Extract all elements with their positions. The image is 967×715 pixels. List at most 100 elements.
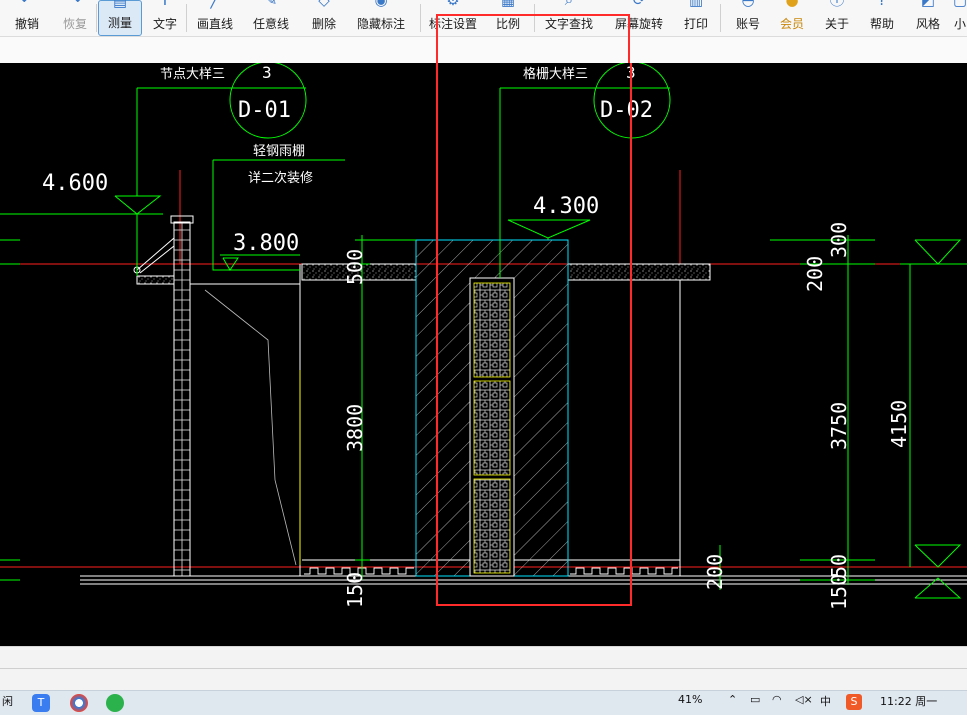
toolbar-button-pen[interactable]: ✎ 任意线	[244, 0, 298, 36]
toolbar-button-undo[interactable]: ↶ 撤销	[4, 0, 50, 36]
text-icon: T	[160, 0, 170, 9]
toolbar-label: 文字	[152, 17, 177, 31]
undo-icon: ↶	[20, 0, 34, 9]
dim-150-right: 150	[827, 574, 851, 610]
wifi-icon[interactable]: ◠	[772, 693, 782, 706]
toolbar-label: 小	[953, 17, 966, 31]
sogou-icon[interactable]: S	[846, 694, 862, 710]
wechat-icon[interactable]	[106, 694, 124, 712]
ruler-icon: ▤	[112, 0, 128, 10]
rotate-icon: ⟳	[632, 0, 646, 9]
redo-icon: ↷	[68, 0, 82, 9]
elevation-4300: 4.300	[533, 194, 599, 219]
toolbar-button-line[interactable]: ╱ 画直线	[190, 0, 240, 36]
toolbar-separator	[186, 4, 187, 32]
canopy-bracket	[133, 237, 175, 285]
toolbar-label: 打印	[683, 17, 708, 31]
toolbar-label: 画直线	[196, 17, 233, 31]
toolbar-button-style[interactable]: ◩ 风格	[906, 0, 950, 36]
printer-icon: ▥	[688, 0, 704, 9]
toolbar-button-printer[interactable]: ▥ 打印	[676, 0, 716, 36]
scale-icon: ▦	[500, 0, 516, 9]
vip-icon: ●	[785, 0, 799, 9]
dim-3750: 3750	[827, 402, 851, 450]
slab-right	[567, 263, 711, 281]
toolbar-button-eraser[interactable]: ◇ 删除	[302, 0, 346, 36]
toolbar-button-user[interactable]: ◓ 账号	[726, 0, 770, 36]
note-canopy: 轻钢雨棚	[253, 144, 305, 159]
toolbar-label: 恢复	[62, 17, 87, 31]
volume-icon[interactable]: ◁×	[795, 693, 813, 706]
dim-4150: 4150	[887, 400, 911, 448]
info-icon: ⓘ	[829, 0, 845, 9]
toolbar-label: 账号	[735, 17, 760, 31]
search-text-icon: ⌕	[564, 0, 574, 9]
toolbar-button-gear[interactable]: ⚙ 标注设置	[420, 0, 486, 36]
toolbar-button-help[interactable]: ? 帮助	[860, 0, 904, 36]
mini-icon: ▢	[952, 0, 967, 9]
browser-icon[interactable]	[70, 694, 88, 712]
elevation-4600: 4.600	[42, 171, 108, 196]
detail-left-title: 节点大样三	[160, 67, 225, 82]
style-icon: ◩	[920, 0, 936, 9]
help-icon: ?	[878, 0, 886, 9]
cad-drawing-canvas[interactable]: 节点大样三 3 D-01 格栅大样三 3 D-02 轻钢雨棚 详二次装修 4.6…	[0, 63, 967, 646]
status-divider	[0, 668, 967, 669]
main-toolbar: ↶ 撤销 ↷ 恢复 ▤ 测量 T 文字 ╱ 画直线 ✎ 任意线 ◇ 删除 ◉ 隐藏标注 ⚙ 标注设置 ▦ 比例 ⌕ 文字查…	[0, 0, 967, 37]
toolbar-button-vip[interactable]: ● 会员	[772, 0, 812, 36]
toolbar-separator	[720, 4, 721, 32]
toolbar-button-redo[interactable]: ↷ 恢复	[50, 0, 100, 36]
tencent-meeting-icon[interactable]: T	[32, 694, 50, 712]
detail-right-title: 格栅大样三	[523, 66, 588, 82]
toolbar-button-text[interactable]: T 文字	[144, 0, 186, 36]
toolbar-label: 文字查找	[544, 17, 593, 31]
dim-200-right: 200	[803, 256, 827, 292]
toolbar-button-eye[interactable]: ◉ 隐藏标注	[348, 0, 414, 36]
note-decor: 详二次装修	[248, 170, 313, 186]
start-label[interactable]: 闲	[2, 693, 13, 709]
dim-3800: 3800	[343, 404, 367, 452]
line-icon: ╱	[210, 0, 220, 9]
toolbar-button-info[interactable]: ⓘ 关于	[816, 0, 858, 36]
clock[interactable]: 11:22 周一	[880, 693, 937, 709]
toolbar-button-mini[interactable]: ▢ 小	[950, 0, 967, 36]
cad-drawing: 节点大样三 3 D-01 格栅大样三 3 D-02 轻钢雨棚 详二次装修 4.6…	[0, 63, 967, 610]
toolbar-label: 标注设置	[428, 17, 477, 31]
eraser-icon: ◇	[318, 0, 330, 9]
toolbar-label: 删除	[311, 17, 336, 31]
user-icon: ◓	[741, 0, 755, 9]
detail-left-number: 3	[262, 63, 272, 82]
network-icon[interactable]: ▭	[750, 693, 760, 706]
toolbar-label: 风格	[915, 17, 940, 31]
toolbar-label: 测量	[107, 16, 132, 30]
windows-taskbar: 闲 T 41% ⌃ ▭ ◠ ◁× 中 S 11:22 周一	[0, 690, 967, 715]
toolbar-label: 帮助	[869, 17, 894, 31]
toolbar-button-rotate[interactable]: ⟳ 屏幕旋转	[606, 0, 672, 36]
elevation-3800: 3.800	[233, 231, 299, 256]
toolbar-label: 会员	[779, 17, 804, 31]
pen-icon: ✎	[264, 0, 278, 9]
toolbar-subbar	[0, 37, 967, 63]
toolbar-button-search-text[interactable]: ⌕ 文字查找	[536, 0, 602, 36]
toolbar-label: 比例	[495, 17, 520, 31]
toolbar-label: 撤销	[14, 17, 39, 31]
toolbar-separator	[534, 4, 535, 32]
toolbar-separator	[420, 4, 421, 32]
grille-panel	[415, 239, 569, 577]
toolbar-label: 关于	[824, 17, 849, 31]
gear-icon: ⚙	[446, 0, 460, 9]
dim-300: 300	[827, 222, 851, 258]
toolbar-button-ruler[interactable]: ▤ 测量	[98, 0, 142, 36]
toolbar-label: 隐藏标注	[356, 17, 405, 31]
dim-200-mid: 200	[703, 554, 727, 590]
toolbar-separator	[96, 4, 97, 32]
toolbar-button-scale[interactable]: ▦ 比例	[488, 0, 528, 36]
battery-percent: 41%	[678, 693, 703, 706]
eye-icon: ◉	[374, 0, 388, 9]
ime-indicator[interactable]: 中	[820, 693, 831, 709]
dim-500: 500	[343, 249, 367, 285]
toolbar-label: 屏幕旋转	[614, 17, 663, 31]
dim-150-left: 150	[343, 572, 367, 608]
toolbar-label: 任意线	[252, 17, 289, 31]
tray-chevron-icon[interactable]: ⌃	[728, 693, 737, 706]
